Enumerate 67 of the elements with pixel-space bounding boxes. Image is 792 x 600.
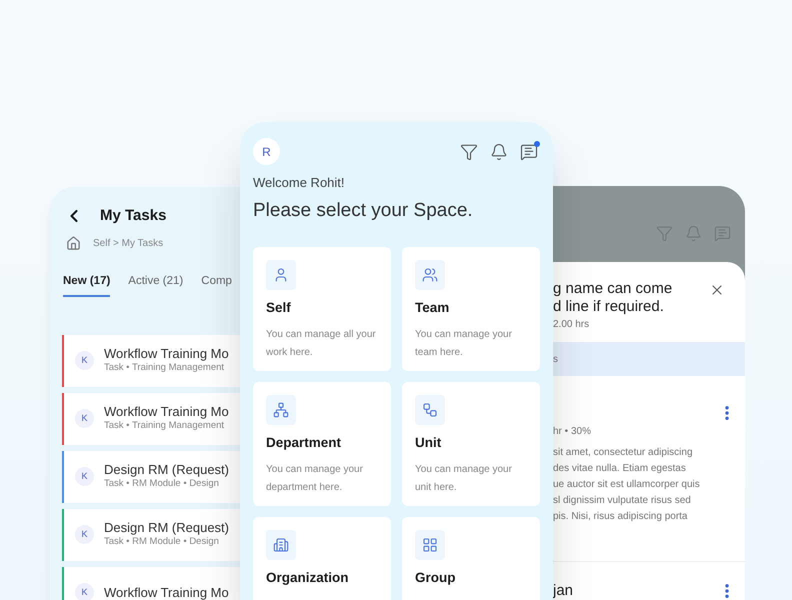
home-icon[interactable] (66, 236, 81, 250)
sheet-title-line: g name can come (553, 280, 672, 298)
task-subtitle: Task • Training Management (104, 419, 226, 434)
space-description: You can manage your team here. (415, 328, 513, 360)
task-title: Workflow Training Mo (104, 404, 229, 420)
tab[interactable]: Comp (201, 272, 232, 297)
page-heading: Please select your Space. (252, 198, 474, 222)
task-row[interactable]: K Workflow Training Mo Task • Training Management (62, 334, 240, 387)
task-subtitle: Task • Training Management (104, 361, 226, 376)
filter-icon (656, 224, 673, 242)
space-title: Department (266, 434, 342, 452)
body-text-line: des vitae nulla. Etiam egestas (553, 462, 687, 476)
task-subtitle: Task • RM Module • Design (104, 477, 220, 492)
profile-avatar[interactable]: R (253, 138, 280, 165)
message-icon[interactable] (520, 142, 538, 160)
task-row[interactable]: K Workflow Training Mo (62, 566, 240, 600)
space-description: You can manage your unit here. (415, 463, 513, 496)
people-icon (422, 267, 438, 283)
space-card[interactable]: Team You can manage your team here. (402, 247, 540, 371)
space-card[interactable]: Unit You can manage your unit here. (402, 382, 540, 506)
avatar-initial: K (75, 409, 94, 428)
task-row[interactable]: K Workflow Training Mo Task • Training Management (62, 392, 240, 445)
breadcrumb: Self > My Tasks (93, 236, 164, 250)
body-text-line: ue auctor sit est ullamcorper quis (553, 478, 701, 492)
body-text-line: pis. Nisi, risus adipiscing porta (553, 510, 688, 524)
grid-icon (422, 537, 438, 553)
space-title: Team (415, 299, 450, 317)
avatar-initial: K (75, 583, 94, 600)
welcome-text: Welcome Rohit! (252, 174, 346, 192)
task-title: Workflow Training Mo (104, 346, 229, 362)
item-title: jan (553, 581, 574, 600)
space-card[interactable]: Group (402, 517, 540, 600)
nodes-icon (422, 402, 438, 418)
task-title: Design RM (Request) (104, 462, 229, 478)
building-icon (273, 537, 289, 553)
space-title: Self (266, 299, 292, 317)
avatar-initial: K (75, 351, 94, 370)
message-icon (714, 224, 731, 242)
body-text-line: sl dignissim vulputate risus sed (553, 494, 692, 508)
task-subtitle: Task • RM Module • Design (104, 535, 220, 550)
task-title: Design RM (Request) (104, 520, 229, 536)
tab[interactable]: Active (21) (128, 272, 184, 297)
screen-title: My Tasks (100, 206, 166, 226)
avatar-initial: K (75, 525, 94, 544)
space-title: Group (415, 569, 456, 587)
task-row[interactable]: K Design RM (Request) Task • RM Module • Design (62, 508, 240, 561)
space-title: Organization (266, 569, 350, 587)
band-text: s (553, 352, 558, 366)
space-card[interactable]: Self You can manage all your work here. (253, 247, 391, 371)
avatar-initial: K (75, 467, 94, 486)
body-text-line: sit amet, consectetur adipiscing (553, 446, 694, 460)
sheet-title-line: d line if required. (553, 298, 665, 316)
duration-text: 2.00 hrs (553, 318, 590, 332)
task-title: Workflow Training Mo (104, 585, 229, 600)
space-description: You can manage all your work here. (266, 328, 377, 360)
filter-icon[interactable] (460, 142, 478, 160)
person-icon (273, 267, 289, 283)
bell-icon[interactable] (490, 142, 508, 160)
tab[interactable]: New (17) (63, 272, 110, 297)
hierarchy-icon (273, 402, 289, 418)
space-card[interactable]: Organization (253, 517, 391, 600)
task-row[interactable]: K Design RM (Request) Task • RM Module • Design (62, 450, 240, 503)
space-description: You can manage your department here. (266, 463, 364, 496)
space-card[interactable]: Department You can manage your department here. (253, 382, 391, 506)
meta-text: hr • 30% (553, 425, 592, 439)
space-title: Unit (415, 434, 442, 452)
bell-icon (685, 224, 702, 242)
